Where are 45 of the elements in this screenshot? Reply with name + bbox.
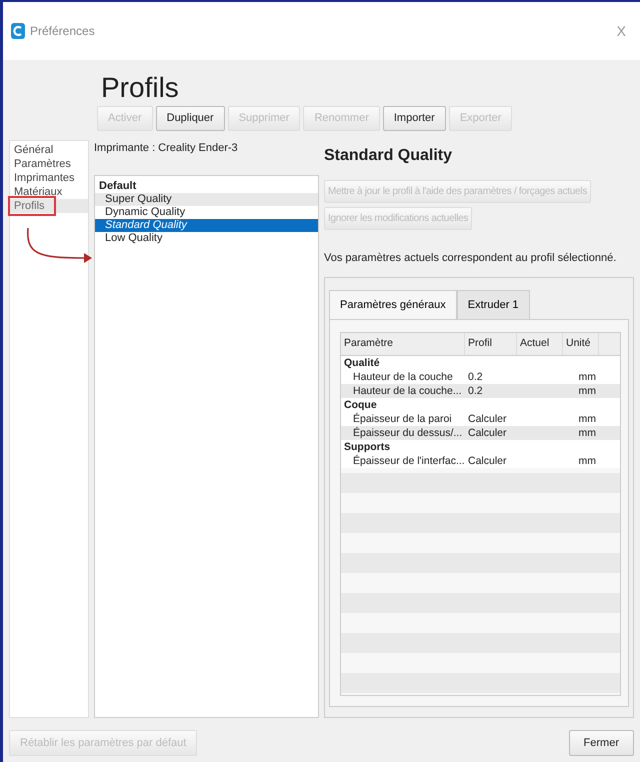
highlight-rectangle bbox=[8, 196, 56, 216]
tab[interactable]: Extruder 1 bbox=[456, 290, 530, 319]
sidebar-item[interactable]: Imprimantes bbox=[10, 171, 88, 185]
column-header[interactable]: Paramètre bbox=[341, 333, 465, 355]
table-cell-text: Calculer bbox=[467, 412, 508, 426]
sidebar-item[interactable]: Matériaux bbox=[10, 185, 88, 199]
status-message: Vos paramètres actuels correspondent au profil sélectionné. bbox=[324, 251, 618, 266]
column-header[interactable]: Profil bbox=[465, 333, 517, 355]
table-cell-text: mm bbox=[578, 412, 597, 426]
app-logo-icon bbox=[11, 23, 25, 39]
sidebar-item[interactable]: Général bbox=[10, 143, 88, 157]
profile-group[interactable]: Default bbox=[95, 180, 318, 192]
toolbar-button[interactable]: Dupliquer bbox=[156, 106, 225, 130]
profile-item[interactable]: Standard Quality bbox=[95, 218, 318, 232]
table-cell-text: mm bbox=[578, 370, 597, 384]
column-header[interactable]: Actuel bbox=[517, 333, 563, 355]
table-cell-text: Hauteur de la couche bbox=[352, 370, 454, 384]
table-cell-text: 0.2 bbox=[467, 370, 484, 384]
table-cell-text: Calculer bbox=[467, 454, 508, 468]
group-label: Supports bbox=[343, 440, 392, 454]
page-heading: Profils bbox=[101, 74, 179, 102]
table-cell-text: Calculer bbox=[467, 426, 508, 440]
table-cell-text: Épaisseur du dessus/... bbox=[352, 426, 464, 440]
table-cell-text: mm bbox=[578, 454, 597, 468]
arrow-annotation bbox=[27, 228, 92, 263]
printer-label: Imprimante : Creality Ender-3 bbox=[94, 141, 239, 156]
table-cell-text: mm bbox=[578, 384, 597, 398]
profile-item[interactable]: Dynamic Quality bbox=[95, 206, 318, 218]
group-label: Coque bbox=[343, 398, 378, 412]
sidebar-item[interactable]: Paramètres bbox=[10, 157, 88, 171]
table-cell-text: Hauteur de la couche... bbox=[352, 384, 463, 398]
toolbar-button[interactable]: Importer bbox=[382, 106, 446, 130]
profile-item[interactable]: Super Quality bbox=[95, 192, 318, 206]
footer-button[interactable]: Fermer bbox=[568, 730, 634, 756]
table-cell-text: Épaisseur de la paroi bbox=[352, 412, 453, 426]
profile-title: Standard Quality bbox=[324, 146, 454, 166]
table-cell-text: 0.2 bbox=[467, 384, 484, 398]
sidebar-item[interactable]: Profils bbox=[10, 199, 88, 213]
table-cell-text: mm bbox=[578, 426, 597, 440]
table-cell-text: Épaisseur de l'interfac... bbox=[352, 454, 465, 468]
group-label: Qualité bbox=[343, 356, 381, 370]
column-header[interactable]: Unité bbox=[563, 333, 599, 355]
window-title: Préférences bbox=[30, 23, 95, 40]
profile-item[interactable]: Low Quality bbox=[95, 232, 318, 244]
tab[interactable]: Paramètres généraux bbox=[329, 290, 457, 319]
